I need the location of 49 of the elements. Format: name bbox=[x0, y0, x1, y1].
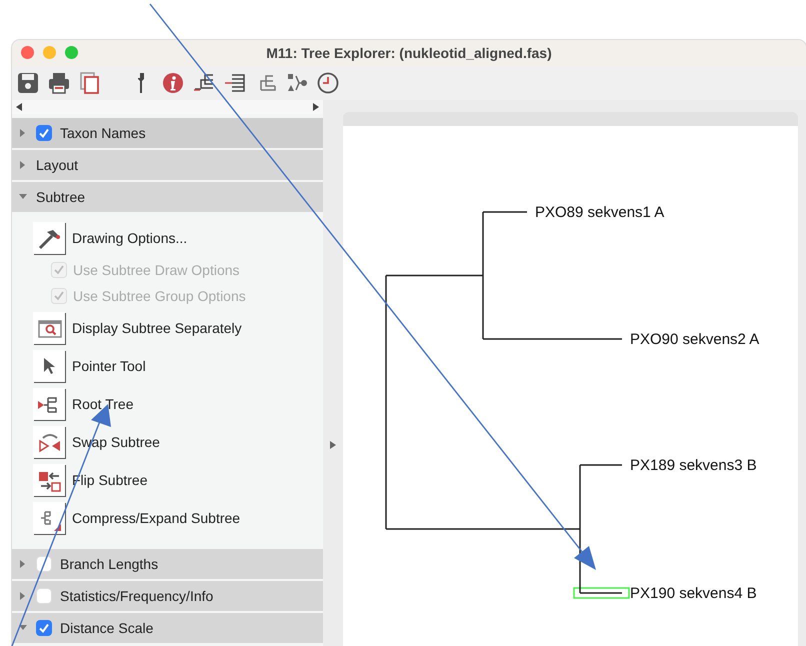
tree-right-icon[interactable] bbox=[224, 72, 246, 94]
tool-label: Root Tree bbox=[72, 396, 134, 412]
section-label: Statistics/Frequency/Info bbox=[60, 588, 214, 604]
section-header[interactable]: Branch Lengths bbox=[12, 549, 323, 579]
checkbox[interactable] bbox=[36, 588, 52, 604]
checkbox[interactable] bbox=[36, 556, 52, 572]
info-icon[interactable] bbox=[162, 72, 184, 94]
clock-icon[interactable] bbox=[317, 72, 339, 94]
taxon-label[interactable]: PXO89 sekvens1 A bbox=[535, 204, 664, 221]
pointer-icon bbox=[44, 358, 54, 374]
tool-button[interactable] bbox=[33, 312, 65, 344]
copy-icon[interactable] bbox=[79, 72, 101, 94]
tool-button[interactable] bbox=[33, 502, 65, 534]
tool-label: Drawing Options... bbox=[72, 230, 188, 246]
section-label: Layout bbox=[36, 157, 78, 173]
tool-button[interactable] bbox=[33, 350, 65, 382]
tool-button[interactable] bbox=[33, 464, 65, 496]
tool-label: Pointer Tool bbox=[72, 358, 146, 374]
tool-label: Compress/Expand Subtree bbox=[72, 510, 240, 526]
section-header[interactable]: Distance Scale bbox=[12, 613, 323, 643]
splitter-handle-icon[interactable] bbox=[330, 441, 336, 449]
section-label: Distance Scale bbox=[60, 620, 154, 636]
section-label: Branch Lengths bbox=[60, 556, 158, 572]
scroll-right-icon[interactable] bbox=[313, 103, 319, 111]
checkbox[interactable] bbox=[36, 125, 52, 141]
tool-button[interactable] bbox=[33, 426, 65, 458]
window-title: M11: Tree Explorer: (nukleotid_aligned.fas) bbox=[266, 45, 552, 61]
checkbox[interactable] bbox=[36, 620, 52, 636]
option-label: Use Subtree Draw Options bbox=[73, 262, 240, 278]
section-label: Subtree bbox=[36, 189, 86, 205]
section-header[interactable]: Layout bbox=[12, 150, 323, 180]
save-icon[interactable] bbox=[17, 72, 39, 94]
taxon-label[interactable]: PXO90 sekvens2 A bbox=[630, 331, 760, 348]
node-icon[interactable] bbox=[286, 72, 308, 94]
tool-label: Display Subtree Separately bbox=[72, 320, 242, 336]
close-icon[interactable] bbox=[21, 46, 34, 59]
scroll-left-icon[interactable] bbox=[16, 103, 22, 111]
branch-line[interactable] bbox=[385, 211, 484, 340]
section-header[interactable]: Statistics/Frequency/Info bbox=[12, 581, 323, 611]
section-header[interactable]: Taxon Names bbox=[12, 118, 323, 148]
tool-button[interactable] bbox=[33, 222, 65, 254]
tool-button[interactable] bbox=[33, 388, 65, 420]
section-label: Taxon Names bbox=[60, 125, 146, 141]
taxon-label[interactable]: PX190 sekvens4 B bbox=[630, 585, 757, 602]
print-icon[interactable] bbox=[48, 72, 70, 94]
tree-left-icon[interactable] bbox=[193, 72, 215, 94]
option-label: Use Subtree Group Options bbox=[73, 288, 246, 304]
taxon-label[interactable]: PX189 sekvens3 B bbox=[630, 457, 757, 474]
section-header[interactable]: Subtree bbox=[12, 182, 323, 212]
